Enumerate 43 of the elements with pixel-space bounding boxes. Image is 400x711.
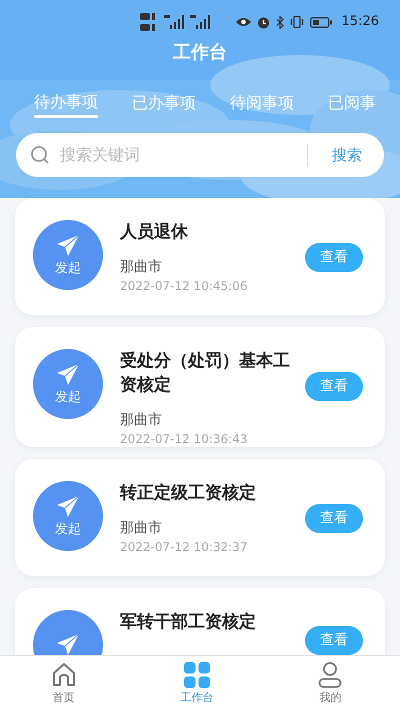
task-location: 那曲市 xyxy=(120,411,163,429)
tab[interactable]: 已办事项 xyxy=(132,88,196,118)
nav-tab[interactable]: 首页 xyxy=(0,656,134,711)
tab[interactable]: 待办事项 xyxy=(34,88,98,118)
search-button[interactable]: 搜索 xyxy=(324,144,370,166)
search-icon xyxy=(30,145,50,165)
view-button[interactable]: 查看 xyxy=(305,626,363,655)
badge-label: 发起 xyxy=(55,390,81,406)
badge-label: 发起 xyxy=(55,260,81,276)
task-time: 2022-07-12 10:45:06 xyxy=(120,278,248,294)
badge-label: 发起 xyxy=(55,522,81,538)
tab[interactable]: 待阅事项 xyxy=(230,88,294,118)
task-title: 转正定级工资核定 xyxy=(120,482,257,505)
eye-icon xyxy=(236,17,251,27)
paper-plane-icon xyxy=(56,234,80,258)
status-time: 15:26 xyxy=(342,13,379,32)
tab[interactable]: 已阅事 xyxy=(328,88,376,118)
signal-icon xyxy=(164,15,184,29)
task-location: 那曲市 xyxy=(120,258,163,276)
view-button[interactable]: 查看 xyxy=(305,243,363,272)
nav-tab[interactable]: 工作台 xyxy=(133,656,267,711)
battery-icon xyxy=(310,16,332,28)
signal-icon xyxy=(190,15,210,29)
task-title: 受处分（处罚）基本工资核定 xyxy=(120,350,291,397)
vibrate-icon xyxy=(290,16,304,28)
view-button[interactable]: 查看 xyxy=(305,372,363,401)
task-title: 军转干部工资核定 xyxy=(120,611,257,634)
user-icon xyxy=(318,662,342,688)
task-title: 人员退休 xyxy=(120,221,189,244)
grid-icon xyxy=(184,662,210,688)
home-icon xyxy=(50,662,77,688)
page-title: 工作台 xyxy=(172,42,228,64)
bluetooth-icon xyxy=(276,16,284,28)
view-button[interactable]: 查看 xyxy=(305,504,363,533)
task-time: 2022-07-12 10:36:43 xyxy=(120,431,248,447)
task-location: 那曲市 xyxy=(120,519,163,537)
paper-plane-icon xyxy=(56,494,80,518)
alarm-icon xyxy=(256,16,270,28)
nav-tab[interactable]: 我的 xyxy=(266,656,400,711)
task-time: 2022-07-12 10:32:37 xyxy=(120,539,248,555)
paper-plane-icon xyxy=(56,362,80,386)
search-field[interactable]: 搜索关键词 搜索 xyxy=(16,133,384,177)
hd-icon xyxy=(140,12,158,32)
